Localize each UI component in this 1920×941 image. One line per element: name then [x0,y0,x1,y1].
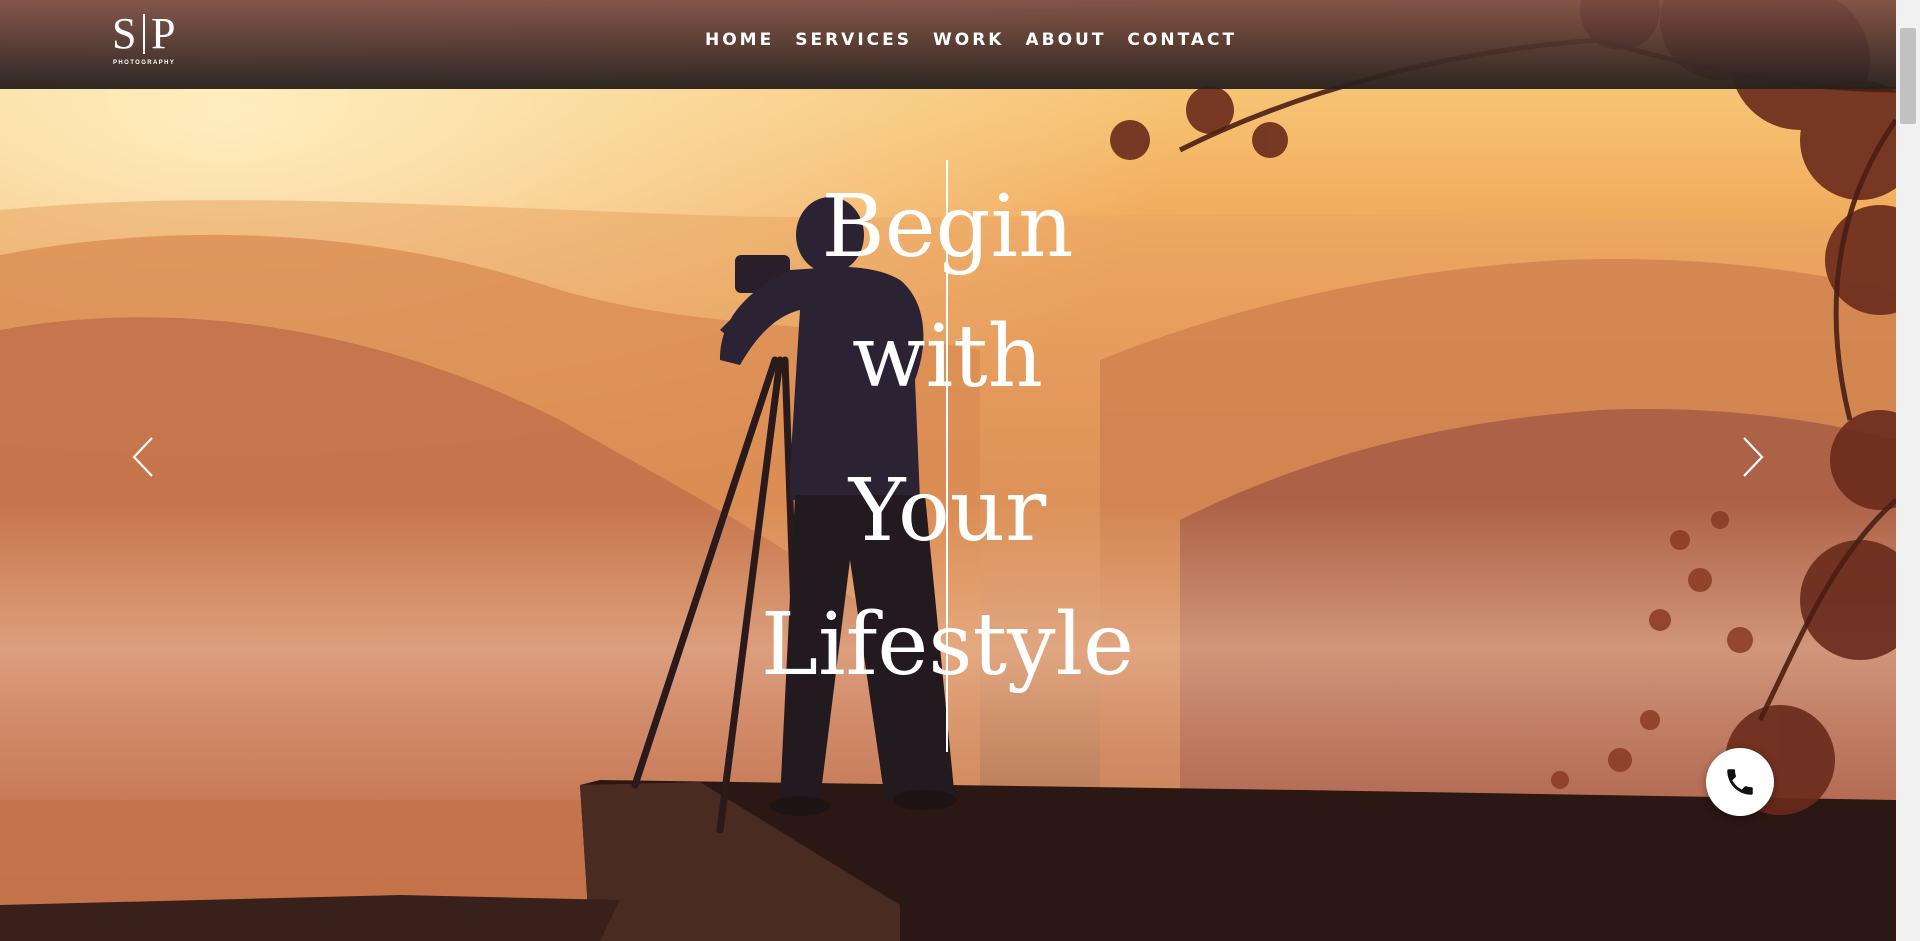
logo-subtitle: PHOTOGRAPHY [113,60,176,66]
site-header: S P PHOTOGRAPHY HOME SERVICES WORK ABOUT… [0,0,1896,89]
logo-divider [143,14,145,54]
nav-item-services[interactable]: SERVICES [795,28,912,52]
chevron-left-icon [132,437,153,477]
nav-item-about[interactable]: ABOUT [1025,28,1106,52]
logo-letter-s: S [112,9,138,58]
slider-next-button[interactable] [1738,434,1768,480]
nav-item-work[interactable]: WORK [933,28,1004,52]
page: S P PHOTOGRAPHY HOME SERVICES WORK ABOUT… [0,0,1920,941]
slider-prev-button[interactable] [128,434,158,480]
logo-mark: S P [112,12,188,56]
nav-item-contact[interactable]: CONTACT [1127,28,1237,52]
page-scrollbar[interactable] [1896,0,1920,941]
main-nav: HOME SERVICES WORK ABOUT CONTACT [705,28,1258,52]
nav-item-home[interactable]: HOME [705,28,774,52]
phone-icon [1727,769,1753,795]
call-button[interactable] [1706,748,1774,816]
site-logo[interactable]: S P PHOTOGRAPHY [112,12,188,70]
headline-divider-line [946,160,948,752]
chevron-right-icon [1743,437,1764,477]
logo-letter-p: P [150,9,177,58]
scrollbar-thumb[interactable] [1900,28,1916,124]
